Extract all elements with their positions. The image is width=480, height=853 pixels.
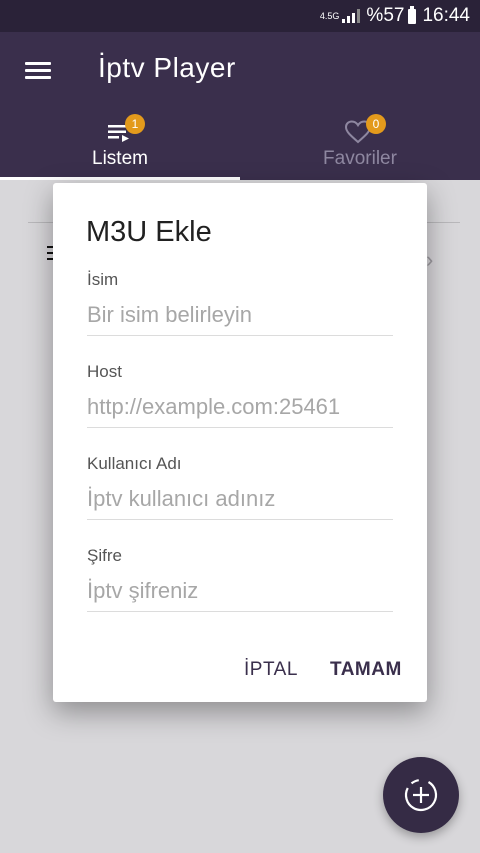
tab-indicator — [0, 177, 240, 180]
name-input[interactable] — [87, 295, 393, 336]
password-label: Şifre — [87, 546, 122, 565]
password-input[interactable] — [87, 571, 393, 612]
clock: 16:44 — [422, 5, 470, 26]
battery-percent: %57 — [366, 5, 405, 26]
tab-listem[interactable]: 1 Listem — [0, 112, 240, 180]
add-playlist-button[interactable] — [383, 757, 459, 833]
add-m3u-dialog: M3U Ekle İsim Host Kullanıcı Adı Şifre İ… — [53, 183, 427, 702]
host-label: Host — [87, 362, 122, 381]
battery-icon — [408, 5, 417, 24]
app-bar: İptv Player 1 Listem 0 Favoriler — [0, 32, 480, 180]
tab-favoriler[interactable]: 0 Favoriler — [240, 112, 480, 180]
app-title: İptv Player — [98, 52, 236, 83]
add-circle-icon — [404, 778, 438, 812]
dialog-title: M3U Ekle — [86, 216, 212, 248]
username-input[interactable] — [87, 479, 393, 520]
network-type: 4.5G — [319, 10, 340, 21]
tab-label-favoriler: Favoriler — [323, 148, 397, 169]
listem-badge: 1 — [125, 114, 145, 134]
status-bar: 4.5G %57 16:44 — [0, 0, 480, 32]
ok-button[interactable]: TAMAM — [330, 659, 402, 681]
host-input[interactable] — [87, 387, 393, 428]
name-label: İsim — [87, 270, 119, 289]
cancel-button[interactable]: İPTAL — [244, 659, 298, 681]
menu-icon[interactable] — [25, 62, 51, 80]
username-label: Kullanıcı Adı — [87, 454, 182, 473]
tab-label-listem: Listem — [92, 148, 148, 169]
chevron-right-icon: › — [426, 247, 434, 272]
signal-icon — [342, 9, 361, 23]
favoriler-badge: 0 — [366, 114, 386, 134]
